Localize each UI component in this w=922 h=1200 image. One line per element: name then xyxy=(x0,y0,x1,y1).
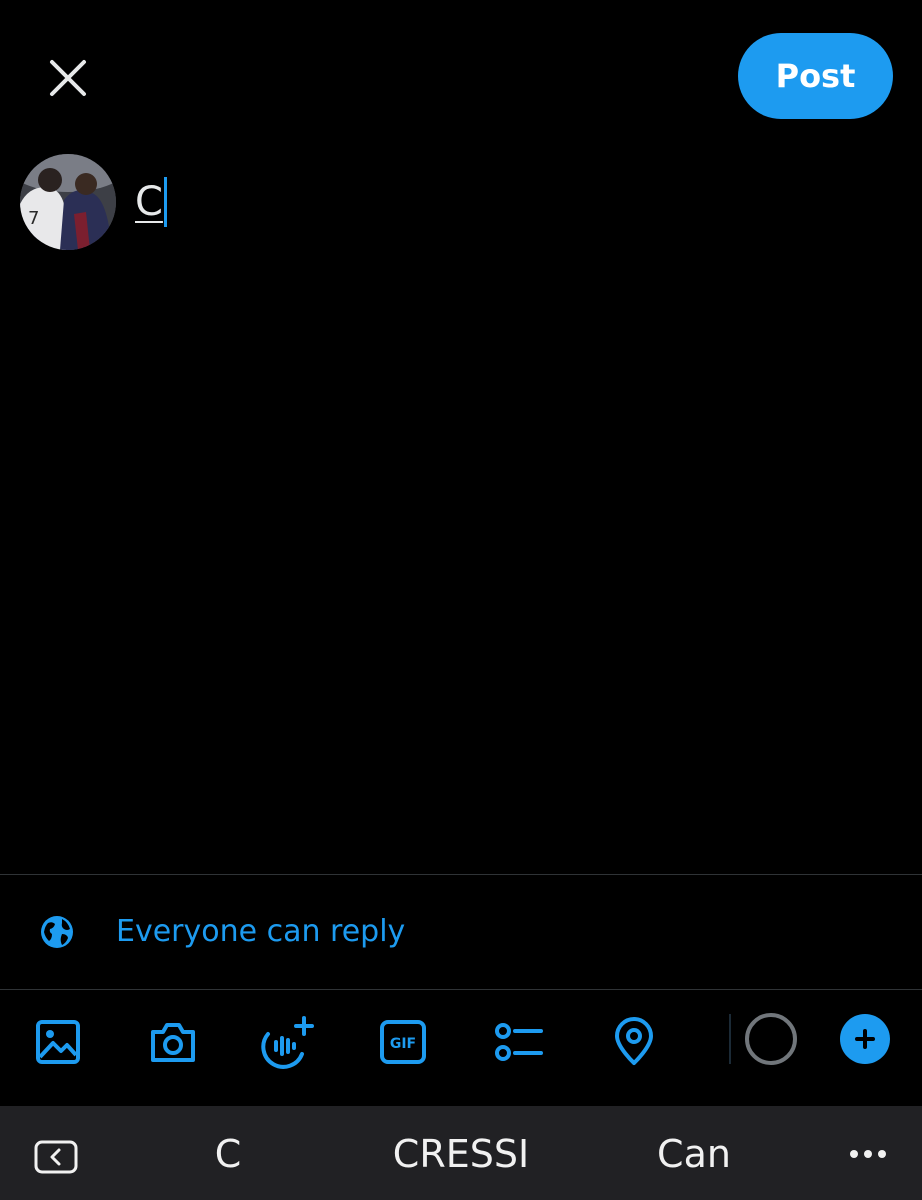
add-post-button[interactable] xyxy=(840,1014,890,1064)
camera-icon xyxy=(151,1023,195,1062)
keyboard-suggestion-bar: C CRESSI Can xyxy=(0,1106,922,1200)
reply-setting-label: Everyone can reply xyxy=(116,914,406,949)
keyboard-more-button[interactable] xyxy=(846,1146,890,1162)
post-button[interactable]: Post xyxy=(738,33,893,119)
gif-icon-text: GIF xyxy=(390,1036,416,1052)
compose-text-input[interactable]: C xyxy=(135,176,167,228)
image-icon xyxy=(36,1020,80,1064)
compose-post-screen: Post 7 C Everyone can reply GIF C CRESSI… xyxy=(0,0,922,1200)
suggestion-2[interactable]: CRESSI xyxy=(393,1130,529,1178)
svg-text:7: 7 xyxy=(28,208,39,229)
poll-button[interactable] xyxy=(489,1012,549,1072)
globe-icon xyxy=(41,916,73,948)
avatar[interactable]: 7 xyxy=(20,154,116,250)
reply-setting-button[interactable]: Everyone can reply xyxy=(0,876,922,988)
spaces-button[interactable] xyxy=(258,1012,318,1072)
character-counter-icon xyxy=(745,1013,797,1065)
gif-icon: GIF xyxy=(380,1020,426,1064)
keyboard-back-icon xyxy=(34,1140,78,1174)
keyboard-back-button[interactable] xyxy=(34,1140,78,1174)
suggestion-1[interactable]: C xyxy=(215,1130,242,1178)
spaces-icon xyxy=(261,1016,314,1069)
camera-button[interactable] xyxy=(143,1012,203,1072)
divider-top xyxy=(0,874,922,875)
compose-toolbar: GIF xyxy=(0,990,922,1106)
add-image-button[interactable] xyxy=(28,1012,88,1072)
add-post-icon xyxy=(855,1029,875,1049)
toolbar-separator xyxy=(729,1014,731,1064)
gif-button[interactable]: GIF xyxy=(373,1012,433,1072)
location-button[interactable] xyxy=(604,1012,664,1072)
close-icon xyxy=(50,60,86,96)
compose-text: C xyxy=(135,179,163,225)
suggestion-3[interactable]: Can xyxy=(657,1130,731,1178)
more-icon xyxy=(850,1150,886,1158)
location-icon xyxy=(615,1017,653,1065)
profile-avatar-image: 7 xyxy=(20,154,116,250)
close-button[interactable] xyxy=(38,48,98,108)
text-caret xyxy=(163,177,167,227)
poll-icon xyxy=(495,1023,543,1061)
